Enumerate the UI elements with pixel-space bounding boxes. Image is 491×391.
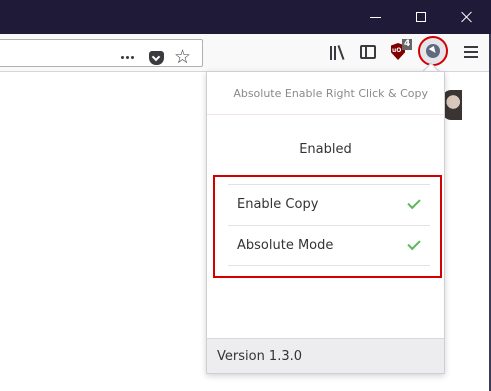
pocket-icon[interactable] — [149, 51, 164, 65]
close-icon — [461, 11, 473, 23]
url-bar[interactable]: ☆ — [0, 39, 203, 67]
menu-icon[interactable] — [464, 46, 478, 58]
version-label: Version 1.3.0 — [217, 349, 303, 364]
extension-button[interactable] — [418, 36, 448, 66]
maximize-icon — [416, 12, 426, 22]
page-actions-icon[interactable] — [121, 56, 134, 59]
title-bar — [0, 0, 491, 34]
extension-icon — [426, 44, 440, 58]
highlight-box — [213, 175, 442, 278]
minimize-button[interactable] — [352, 0, 398, 34]
minimize-icon — [369, 16, 381, 18]
sidebar-icon[interactable] — [360, 45, 376, 59]
ublock-count-badge: 4 — [402, 39, 413, 50]
status-text[interactable]: Enabled — [207, 142, 444, 157]
popup-title: Absolute Enable Right Click & Copy — [207, 72, 444, 115]
navigation-toolbar: ☆ uO 4 — [0, 34, 491, 72]
close-window-button[interactable] — [444, 0, 490, 34]
maximize-button[interactable] — [398, 0, 444, 34]
popup-footer: Version 1.3.0 — [207, 338, 444, 373]
library-icon[interactable] — [329, 44, 347, 60]
bookmark-star-icon[interactable]: ☆ — [174, 47, 191, 67]
